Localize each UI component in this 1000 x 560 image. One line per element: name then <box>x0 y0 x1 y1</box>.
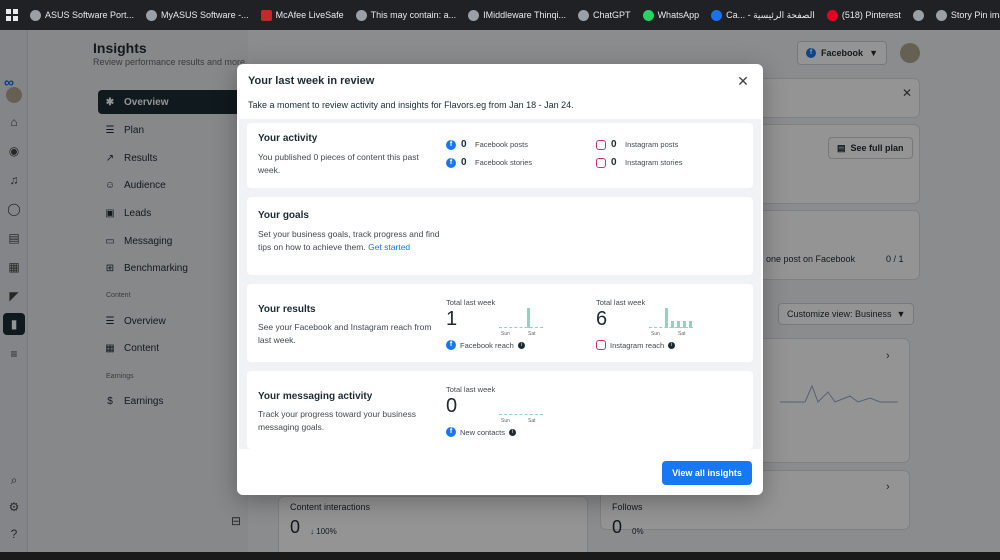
pinterest-icon <box>826 9 838 21</box>
goals-section: Your goals Set your business goals, trac… <box>247 197 753 275</box>
stat-facebook-posts: f 0 Facebook posts <box>446 139 528 150</box>
info-icon[interactable]: i <box>509 428 517 436</box>
sparkline-baseline <box>499 414 543 415</box>
new-contacts-value: 0 <box>446 395 458 417</box>
globe-icon <box>912 9 924 21</box>
new-contacts-label: f New contacts i <box>446 427 517 437</box>
stat-facebook-stories: f 0 Facebook stories <box>446 157 532 168</box>
bookmark-item[interactable]: Ca... - الصفحة الرئيسية <box>705 0 821 30</box>
instagram-reach-label: Instagram reach i <box>596 340 676 350</box>
axis-start-label: Sun <box>501 331 510 337</box>
bookmark-item[interactable]: McAfee LiveSafe <box>255 0 350 30</box>
sparkline-bar <box>671 321 674 328</box>
sparkline-bar <box>683 321 686 328</box>
globe-icon <box>355 9 367 21</box>
sparkline-baseline <box>499 327 543 328</box>
globe-icon <box>146 9 158 21</box>
whatsapp-icon <box>642 9 654 21</box>
bookmark-item[interactable]: Story Pin image <box>930 0 1000 30</box>
instagram-reach-value: 6 <box>596 308 608 330</box>
bookmark-item[interactable]: ASUS Software Port... <box>24 0 140 30</box>
results-description: See your Facebook and Instagram reach fr… <box>258 322 432 345</box>
globe-icon <box>30 9 41 21</box>
instagram-icon <box>596 157 606 168</box>
bookmark-item[interactable]: WhatsApp <box>637 0 706 30</box>
globe-icon <box>468 9 480 21</box>
bookmark-item[interactable]: IMiddleware Thinqi... <box>462 0 572 30</box>
apps-grid-icon[interactable] <box>6 9 18 21</box>
facebook-icon: f <box>446 340 456 350</box>
activity-title: Your activity <box>258 133 318 144</box>
instagram-icon <box>596 139 606 150</box>
bookmarks-bar: ASUS Software Port... MyASUS Software -.… <box>0 0 1000 30</box>
axis-end-label: Sat <box>678 331 686 337</box>
taskbar <box>0 552 1000 560</box>
instagram-icon <box>596 340 606 350</box>
instagram-reach-caption: Total last week <box>596 298 646 307</box>
activity-section: Your activity You published 0 pieces of … <box>247 123 753 188</box>
stat-instagram-stories: 0 Instagram stories <box>596 157 683 168</box>
axis-start-label: Sun <box>651 331 660 337</box>
messaging-caption: Total last week <box>446 385 496 394</box>
messaging-title: Your messaging activity <box>258 391 373 402</box>
modal-title: Your last week in review <box>248 75 375 87</box>
globe-icon <box>935 9 947 21</box>
mcafee-icon <box>260 9 272 21</box>
goals-description: Set your business goals, track progress … <box>258 229 440 252</box>
axis-end-label: Sat <box>528 331 536 337</box>
sparkline-bar <box>527 308 530 328</box>
chatgpt-icon <box>578 9 590 21</box>
bookmark-item[interactable]: MyASUS Software -... <box>140 0 255 30</box>
activity-description: You published 0 pieces of content this p… <box>258 152 419 175</box>
bookmark-item[interactable]: ChatGPT <box>572 0 637 30</box>
close-icon[interactable]: ✕ <box>735 73 751 89</box>
modal-body: Your activity You published 0 pieces of … <box>239 119 761 449</box>
canva-icon <box>711 9 723 21</box>
messaging-section: Your messaging activity Track your progr… <box>247 371 753 449</box>
axis-end-label: Sat <box>528 418 536 424</box>
bookmark-item[interactable]: (518) Pinterest <box>821 0 907 30</box>
facebook-reach-value: 1 <box>446 308 458 330</box>
facebook-reach-caption: Total last week <box>446 298 496 307</box>
stat-instagram-posts: 0 Instagram posts <box>596 139 678 150</box>
facebook-icon: f <box>446 157 456 168</box>
sparkline-bar <box>665 308 668 328</box>
sparkline-bar <box>677 321 680 328</box>
info-icon[interactable]: i <box>517 341 525 349</box>
info-icon[interactable]: i <box>668 341 676 349</box>
modal-description: Take a moment to review activity and ins… <box>248 100 574 110</box>
bookmark-item[interactable] <box>907 0 930 30</box>
sparkline-bar <box>689 321 692 328</box>
bookmark-item[interactable]: This may contain: a... <box>350 0 463 30</box>
instagram-reach-sparkline <box>649 304 693 328</box>
messaging-description: Track your progress toward your business… <box>258 409 416 432</box>
facebook-icon: f <box>446 427 456 437</box>
goals-title: Your goals <box>258 210 309 221</box>
facebook-reach-sparkline <box>499 304 543 328</box>
facebook-icon: f <box>446 139 456 150</box>
results-title: Your results <box>258 304 316 315</box>
new-contacts-sparkline <box>499 391 543 415</box>
axis-start-label: Sun <box>501 418 510 424</box>
results-section: Your results See your Facebook and Insta… <box>247 284 753 362</box>
weekly-review-modal: Your last week in review ✕ Take a moment… <box>237 64 763 495</box>
get-started-link[interactable]: Get started <box>368 242 410 252</box>
view-all-insights-button[interactable]: View all insights <box>662 461 752 485</box>
facebook-reach-label: f Facebook reach i <box>446 340 525 350</box>
